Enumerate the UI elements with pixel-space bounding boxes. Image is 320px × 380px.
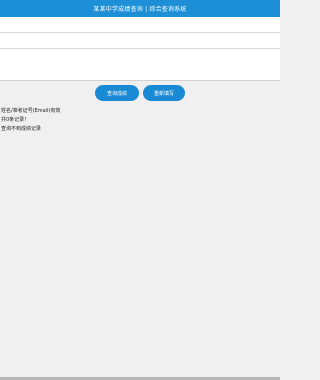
result-line: 姓名/准考证号(Email)有效 [1,108,61,114]
name-input[interactable] [4,17,280,32]
result-line: 查询不到成绩记录 [1,126,42,132]
header-bar: 某某中学成绩查询 | 综合查询系统 [0,0,280,17]
page-title: 某某中学成绩查询 | 综合查询系统 [93,6,187,13]
form-panel [0,49,280,81]
result-area: 姓名/准考证号(Email)有效 共0条记录！ 查询不到成绩记录 [0,107,280,134]
result-line: 共0条记录！ [1,117,30,123]
form-field-row-2 [0,33,280,49]
form-field-row-1 [0,17,280,33]
query-button[interactable]: 查询成绩 [95,85,139,101]
action-buttons: 查询成绩 重新填写 [0,85,280,101]
reset-button[interactable]: 重新填写 [143,85,185,101]
exam-number-input[interactable] [4,33,280,48]
